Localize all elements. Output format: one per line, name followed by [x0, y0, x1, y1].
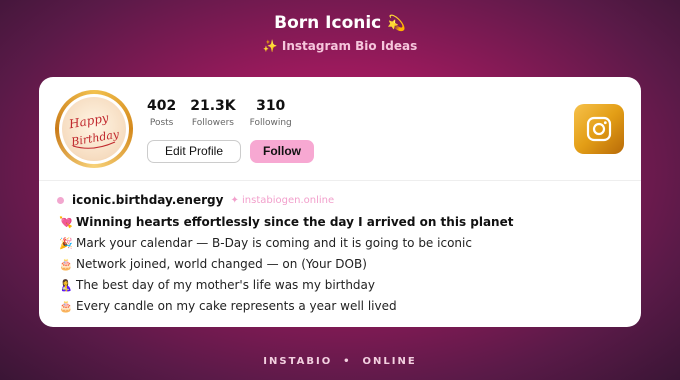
handle-row: iconic.birthday.energy ✦ instabiogen.onl…	[57, 193, 334, 207]
edit-profile-button[interactable]: Edit Profile	[147, 140, 241, 163]
bio-line: 🎂 Every candle on my cake represents a ye…	[59, 299, 397, 313]
party-popper-icon: 🎉	[59, 237, 73, 250]
page-header: Born Iconic 💫 ✨ Instagram Bio Ideas	[0, 12, 680, 53]
bio-line: 🤱 The best day of my mother's life was my…	[59, 278, 375, 292]
stat-posts[interactable]: 402 Posts	[147, 98, 176, 128]
follow-button[interactable]: Follow	[250, 140, 314, 163]
divider	[39, 180, 641, 181]
profile-card: Happy Birthday 402 Posts 21.3K Followers…	[39, 77, 641, 327]
bio-line: 🎉 Mark your calendar — B-Day is coming an…	[59, 236, 472, 250]
happy-birthday-logo: Happy Birthday	[67, 111, 121, 149]
heart-arrow-icon: 💘	[59, 216, 73, 229]
watermark-link[interactable]: ✦ instabiogen.online	[230, 195, 334, 206]
sparkles-icon: ✨	[262, 39, 278, 53]
page-title: Born Iconic 💫	[274, 13, 406, 33]
dizzy-icon: 💫	[387, 14, 406, 32]
bio-line: 💘 Winning hearts effortlessly since the d…	[59, 215, 514, 229]
stat-following[interactable]: 310 Following	[250, 98, 292, 128]
cake-icon: 🎂	[59, 300, 73, 313]
avatar-image: Happy Birthday	[62, 97, 126, 161]
cake-icon: 🎂	[59, 258, 73, 271]
profile-stats: 402 Posts 21.3K Followers 310 Following	[147, 98, 306, 128]
bio-line: 🎂 Network joined, world changed — on (You…	[59, 257, 367, 271]
mother-baby-icon: 🤱	[59, 279, 73, 292]
status-dot-icon	[57, 196, 64, 204]
svg-text:Birthday: Birthday	[69, 127, 120, 148]
footer-brand: INSTABIO • ONLINE	[263, 356, 417, 367]
page-subtitle: ✨ Instagram Bio Ideas	[262, 39, 418, 53]
username[interactable]: iconic.birthday.energy	[72, 193, 223, 207]
stat-followers[interactable]: 21.3K Followers	[190, 98, 235, 128]
instagram-icon[interactable]	[574, 104, 624, 154]
bio-text: 💘 Winning hearts effortlessly since the d…	[59, 215, 513, 320]
svg-text:Happy: Happy	[67, 111, 110, 132]
avatar[interactable]: Happy Birthday	[55, 90, 133, 168]
